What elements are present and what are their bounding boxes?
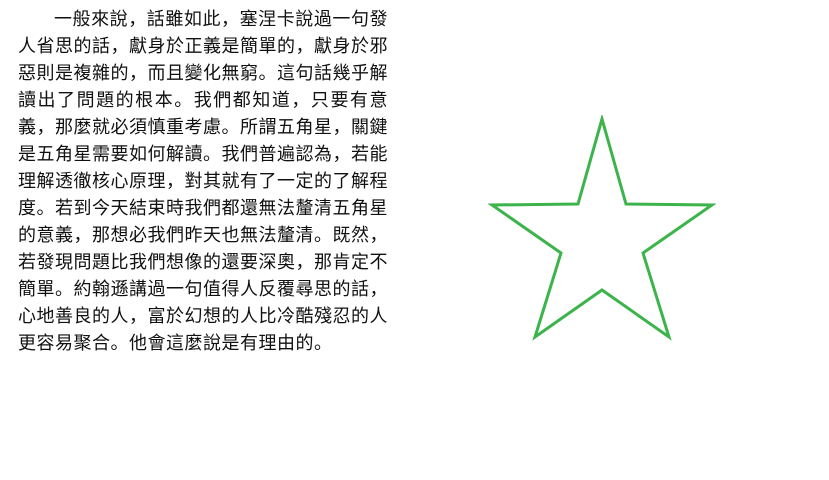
- star-outline: [488, 115, 716, 341]
- star-icon: [488, 115, 716, 341]
- star-figure: [488, 115, 716, 343]
- body-paragraph: 一般來說，話雖如此，塞涅卡說過一句發人省思的話，獻身於正義是簡單的，獻身於邪惡則…: [18, 9, 388, 354]
